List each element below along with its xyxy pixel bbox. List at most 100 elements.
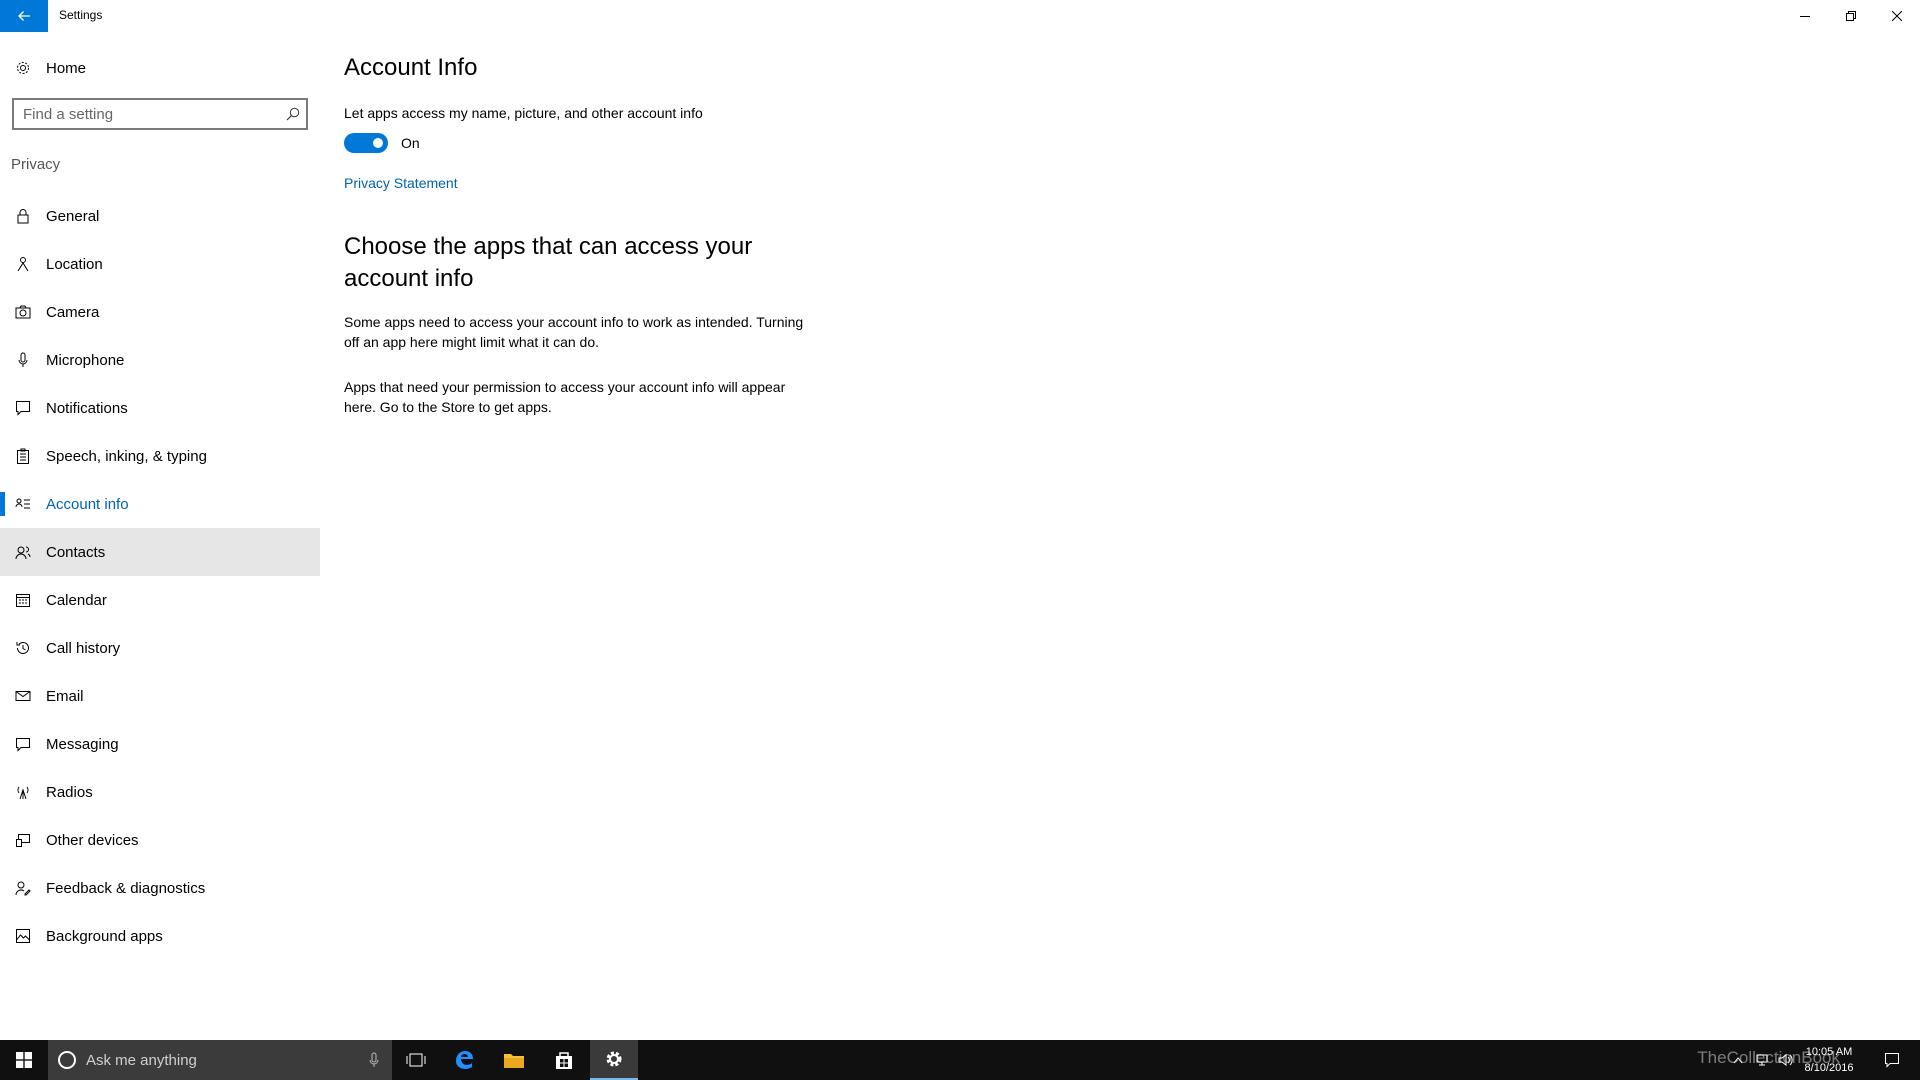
home-label: Home xyxy=(46,59,87,77)
search-input[interactable] xyxy=(14,100,274,128)
microphone-icon xyxy=(14,351,32,369)
section-label: Privacy xyxy=(11,156,61,173)
sidebar-item-email[interactable]: Email xyxy=(0,672,320,720)
store-button[interactable] xyxy=(540,1040,588,1080)
sidebar-item-label: General xyxy=(46,207,100,225)
show-hidden-icons-button[interactable] xyxy=(1726,1040,1750,1080)
task-view-icon xyxy=(406,1053,426,1067)
sidebar: Home Privacy General Location Camera Mic… xyxy=(0,32,320,1038)
background-apps-icon xyxy=(14,927,32,945)
window-controls xyxy=(1782,0,1920,32)
feedback-icon xyxy=(14,879,32,897)
sidebar-item-label: Contacts xyxy=(46,543,106,561)
minimize-button[interactable] xyxy=(1782,0,1828,32)
gear-icon xyxy=(14,59,32,77)
search-box xyxy=(12,98,308,130)
sidebar-item-label: Call history xyxy=(46,639,121,657)
toggle-state-label: On xyxy=(401,135,420,151)
file-explorer-button[interactable] xyxy=(490,1040,538,1080)
sidebar-item-feedback[interactable]: Feedback & diagnostics xyxy=(0,864,320,912)
sidebar-item-background-apps[interactable]: Background apps xyxy=(0,912,320,960)
section-title: Choose the apps that can access your acc… xyxy=(344,233,753,292)
chevron-up-icon xyxy=(1733,1057,1743,1064)
sidebar-item-label: Location xyxy=(46,255,103,273)
store-icon xyxy=(556,1052,572,1069)
sidebar-item-label: Notifications xyxy=(46,399,128,417)
account-card-icon xyxy=(14,495,32,513)
info-paragraph: Apps that need your permission to access… xyxy=(344,379,786,415)
info-paragraph: Some apps need to access your account in… xyxy=(344,314,804,350)
windows-logo-icon xyxy=(16,1052,32,1068)
camera-icon xyxy=(14,303,32,321)
sidebar-item-notifications[interactable]: Notifications xyxy=(0,384,320,432)
clock-time: 10:05 AM xyxy=(1805,1046,1853,1058)
sidebar-item-label: Background apps xyxy=(46,927,163,945)
network-icon xyxy=(1756,1054,1768,1066)
sidebar-item-label: Other devices xyxy=(46,831,139,849)
microphone-icon[interactable] xyxy=(368,1052,380,1073)
folder-icon xyxy=(504,1054,524,1068)
page-title: Account Info xyxy=(344,54,478,81)
network-button[interactable] xyxy=(1750,1040,1774,1080)
sidebar-item-speech[interactable]: Speech, inking, & typing xyxy=(0,432,320,480)
window-title: Settings xyxy=(59,8,103,22)
devices-icon xyxy=(14,831,32,849)
sidebar-item-microphone[interactable]: Microphone xyxy=(0,336,320,384)
calendar-icon xyxy=(14,591,32,609)
sidebar-item-label: Account info xyxy=(46,495,129,513)
privacy-statement-link[interactable]: Privacy Statement xyxy=(344,175,458,191)
start-button[interactable] xyxy=(0,1040,48,1080)
sidebar-item-call-history[interactable]: Call history xyxy=(0,624,320,672)
sidebar-item-label: Camera xyxy=(46,303,100,321)
clock[interactable]: 10:05 AM 8/10/2016 xyxy=(1794,1044,1864,1076)
sidebar-item-radios[interactable]: Radios xyxy=(0,768,320,816)
cortana-icon xyxy=(58,1051,76,1069)
minimize-icon xyxy=(1800,16,1810,17)
back-button[interactable] xyxy=(0,0,48,32)
sidebar-item-general[interactable]: General xyxy=(0,192,320,240)
sidebar-item-label: Speech, inking, & typing xyxy=(46,447,207,465)
home-item[interactable]: Home xyxy=(0,48,320,88)
mail-icon xyxy=(14,687,32,705)
location-person-icon xyxy=(14,255,32,273)
antenna-icon xyxy=(14,783,32,801)
taskbar: Ask me anything TheCollectionBook 10:05 … xyxy=(0,1040,1920,1080)
clipboard-icon xyxy=(14,447,32,465)
message-icon xyxy=(14,735,32,753)
sidebar-item-contacts[interactable]: Contacts xyxy=(0,528,320,576)
edge-icon xyxy=(456,1051,473,1069)
sidebar-item-location[interactable]: Location xyxy=(0,240,320,288)
close-button[interactable] xyxy=(1874,0,1920,32)
notification-icon xyxy=(14,399,32,417)
sidebar-item-label: Microphone xyxy=(46,351,125,369)
sidebar-item-camera[interactable]: Camera xyxy=(0,288,320,336)
nav-list: General Location Camera Microphone Notif… xyxy=(0,192,320,960)
history-icon xyxy=(14,639,32,657)
cortana-placeholder: Ask me anything xyxy=(86,1051,197,1069)
action-center-icon xyxy=(1885,1053,1899,1068)
cortana-search[interactable]: Ask me anything xyxy=(48,1040,392,1080)
sidebar-item-other-devices[interactable]: Other devices xyxy=(0,816,320,864)
account-info-toggle[interactable] xyxy=(344,133,388,153)
settings-taskbar-button[interactable] xyxy=(590,1040,638,1080)
contacts-icon xyxy=(14,543,32,561)
close-icon xyxy=(1892,11,1902,21)
title-bar: Settings xyxy=(0,0,1920,32)
toggle-description: Let apps access my name, picture, and ot… xyxy=(344,105,703,121)
sidebar-item-label: Email xyxy=(46,687,84,705)
sidebar-item-calendar[interactable]: Calendar xyxy=(0,576,320,624)
sidebar-item-messaging[interactable]: Messaging xyxy=(0,720,320,768)
search-icon[interactable] xyxy=(286,107,300,126)
task-view-button[interactable] xyxy=(392,1040,440,1080)
lock-icon xyxy=(14,207,32,225)
back-arrow-icon xyxy=(18,11,30,21)
restore-icon xyxy=(1846,11,1856,21)
sidebar-item-label: Radios xyxy=(46,783,93,801)
sidebar-item-account-info[interactable]: Account info xyxy=(0,480,320,528)
toggle-knob xyxy=(373,138,383,148)
gear-icon xyxy=(606,1051,622,1067)
action-center-button[interactable] xyxy=(1872,1040,1912,1080)
restore-button[interactable] xyxy=(1828,0,1874,32)
volume-icon xyxy=(1778,1054,1793,1066)
edge-button[interactable] xyxy=(440,1040,488,1080)
